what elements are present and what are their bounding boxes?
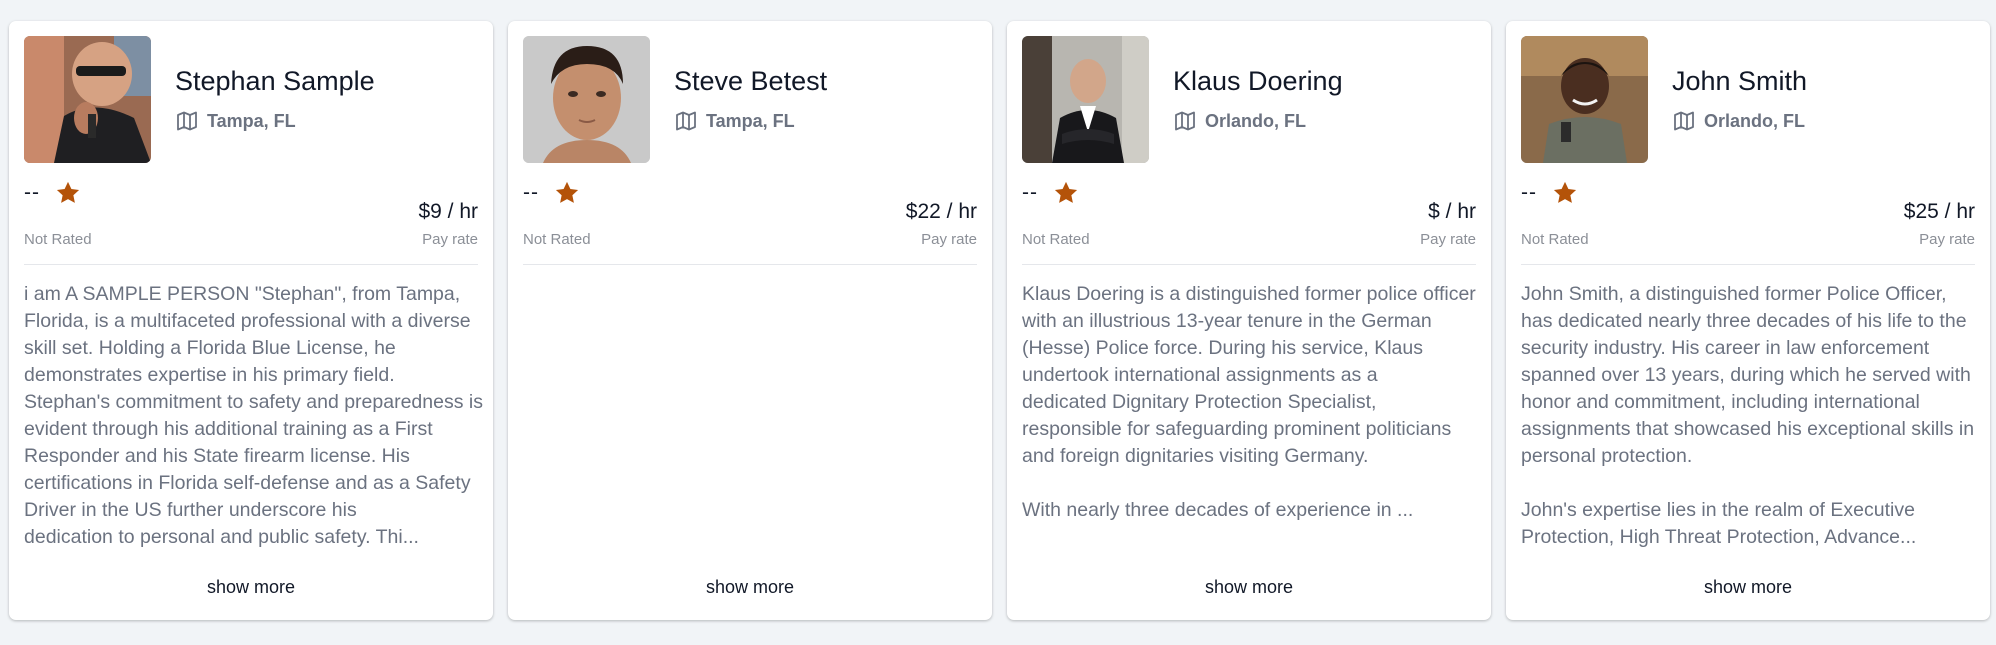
pay-rate: $22 / hr bbox=[905, 200, 977, 223]
map-icon bbox=[1175, 111, 1195, 131]
location: Orlando, FL bbox=[1672, 109, 1805, 133]
divider bbox=[24, 264, 478, 265]
map-icon bbox=[1674, 111, 1694, 131]
avatar bbox=[1521, 36, 1648, 163]
rating-value: -- bbox=[523, 181, 539, 204]
rating: -- bbox=[24, 179, 82, 207]
rating: -- bbox=[1022, 179, 1080, 207]
avatar bbox=[24, 36, 151, 163]
rating: -- bbox=[1521, 179, 1579, 207]
bio: i am A SAMPLE PERSON "Stephan", from Tam… bbox=[24, 281, 483, 578]
bio-text: i am A SAMPLE PERSON "Stephan", from Tam… bbox=[24, 283, 483, 521]
show-more-button[interactable]: show more bbox=[508, 577, 992, 598]
bio: Klaus Doering is a distinguished former … bbox=[1022, 281, 1481, 578]
divider bbox=[523, 264, 977, 265]
rating-label: Not Rated bbox=[24, 231, 92, 248]
location-text: Orlando, FL bbox=[1205, 110, 1306, 131]
show-more-button[interactable]: show more bbox=[1506, 577, 1990, 598]
pay-rate-label: Pay rate bbox=[422, 231, 478, 248]
provider-card[interactable]: Steve Betest Tampa, FL -- Not Rated $22 … bbox=[508, 21, 992, 620]
bio-text: Klaus Doering is a distinguished former … bbox=[1022, 283, 1476, 467]
show-more-button[interactable]: show more bbox=[1007, 577, 1491, 598]
location-text: Tampa, FL bbox=[207, 110, 296, 131]
rating-value: -- bbox=[1022, 181, 1038, 204]
bio-truncated-line: dedication to personal and public safety… bbox=[24, 526, 419, 548]
rating-label: Not Rated bbox=[1521, 231, 1589, 248]
pay-rate: $25 / hr bbox=[1903, 200, 1975, 223]
pay-rate: $9 / hr bbox=[418, 200, 478, 223]
location-text: Tampa, FL bbox=[706, 110, 795, 131]
divider bbox=[1022, 264, 1476, 265]
provider-card[interactable]: Klaus Doering Orlando, FL -- Not Rated $… bbox=[1007, 21, 1491, 620]
avatar bbox=[1022, 36, 1149, 163]
location-text: Orlando, FL bbox=[1704, 110, 1805, 131]
map-icon bbox=[177, 111, 197, 131]
star-icon bbox=[1054, 181, 1078, 203]
rating-label: Not Rated bbox=[1022, 231, 1090, 248]
rating: -- bbox=[523, 179, 581, 207]
star-icon bbox=[1553, 181, 1577, 203]
bio: John Smith, a distinguished former Polic… bbox=[1521, 281, 1980, 578]
location: Tampa, FL bbox=[674, 109, 795, 133]
location: Tampa, FL bbox=[175, 109, 296, 133]
star-icon bbox=[56, 181, 80, 203]
pay-rate-label: Pay rate bbox=[921, 231, 977, 248]
star-icon bbox=[555, 181, 579, 203]
provider-card[interactable]: Stephan Sample Tampa, FL -- Not Rated $9… bbox=[9, 21, 493, 620]
bio-text: John Smith, a distinguished former Polic… bbox=[1521, 283, 1975, 521]
avatar bbox=[523, 36, 650, 163]
rating-value: -- bbox=[1521, 181, 1537, 204]
provider-name: John Smith bbox=[1672, 66, 1808, 96]
pay-rate: $ / hr bbox=[1428, 200, 1476, 223]
show-more-button[interactable]: show more bbox=[9, 577, 493, 598]
rating-value: -- bbox=[24, 181, 40, 204]
rating-label: Not Rated bbox=[523, 231, 591, 248]
divider bbox=[1521, 264, 1975, 265]
provider-name: Stephan Sample bbox=[175, 66, 375, 96]
location: Orlando, FL bbox=[1173, 109, 1306, 133]
provider-card[interactable]: John Smith Orlando, FL -- Not Rated $25 … bbox=[1506, 21, 1990, 620]
bio-truncated-line: Protection, High Threat Protection, Adva… bbox=[1521, 526, 1917, 548]
provider-card-list: Stephan Sample Tampa, FL -- Not Rated $9… bbox=[0, 0, 1996, 645]
pay-rate-label: Pay rate bbox=[1919, 231, 1975, 248]
bio bbox=[523, 281, 982, 578]
map-icon bbox=[676, 111, 696, 131]
provider-name: Steve Betest bbox=[674, 66, 828, 96]
provider-name: Klaus Doering bbox=[1173, 66, 1343, 96]
pay-rate-label: Pay rate bbox=[1420, 231, 1476, 248]
bio-truncated-line: With nearly three decades of experience … bbox=[1022, 499, 1414, 521]
